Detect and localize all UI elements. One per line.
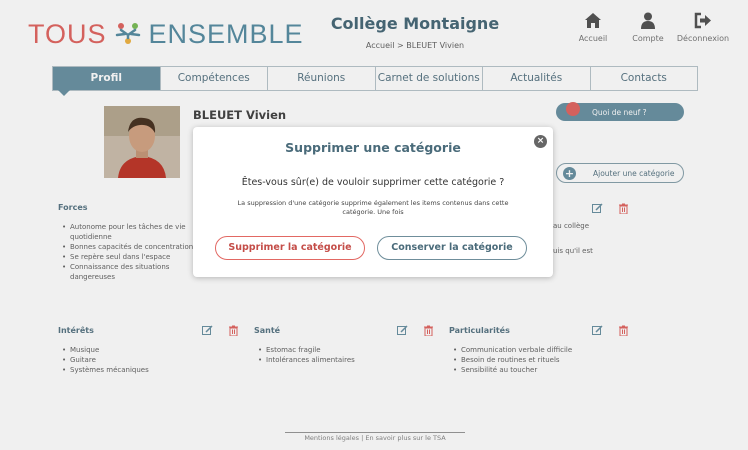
dialog-title: Supprimer une catégorie bbox=[285, 140, 461, 155]
delete-category-button[interactable]: Supprimer la catégorie bbox=[215, 236, 365, 260]
delete-category-dialog: × Supprimer une catégorie Êtes-vous sûr(… bbox=[193, 127, 553, 277]
keep-category-button[interactable]: Conserver la catégorie bbox=[377, 236, 527, 260]
dialog-description: La suppression d'une catégorie supprime … bbox=[237, 199, 509, 216]
dialog-question: Êtes-vous sûr(e) de vouloir supprimer ce… bbox=[241, 177, 505, 188]
